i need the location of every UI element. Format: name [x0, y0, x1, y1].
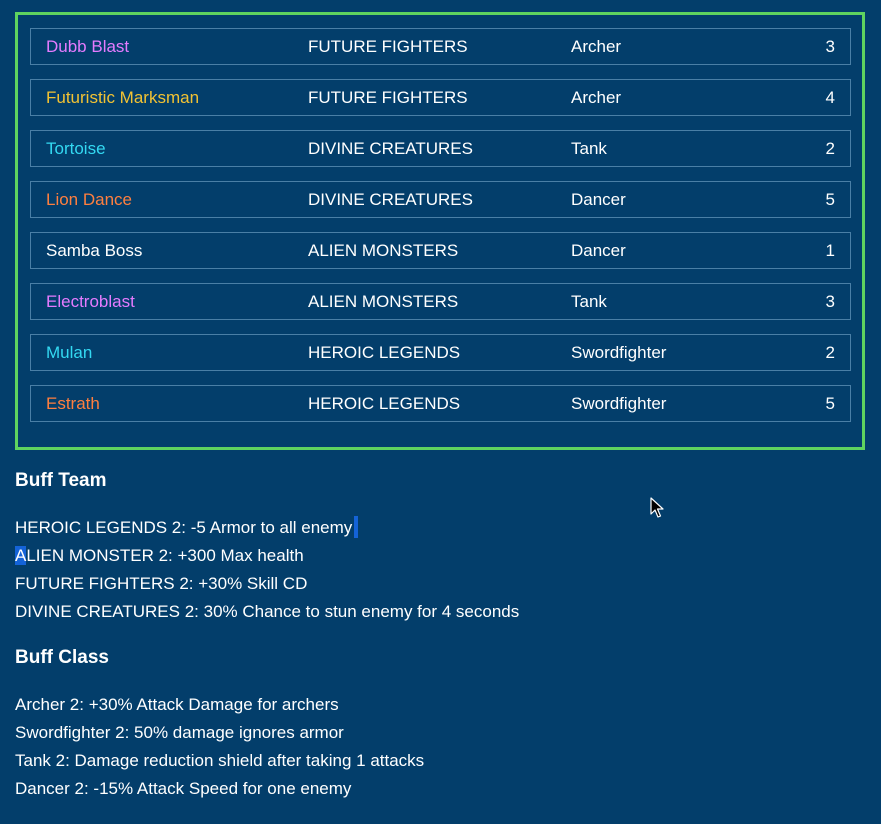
- selected-first-letter: A: [15, 546, 27, 565]
- unit-row[interactable]: Tortoise DIVINE CREATURES Tank 2: [30, 130, 851, 167]
- buff-class-line: Dancer 2: -15% Attack Speed for one enem…: [15, 779, 352, 798]
- unit-row[interactable]: Dubb Blast FUTURE FIGHTERS Archer 3: [30, 28, 851, 65]
- unit-class: Swordfighter: [571, 343, 667, 362]
- unit-cost: 5: [825, 190, 835, 209]
- unit-row[interactable]: Estrath HEROIC LEGENDS Swordfighter 5: [30, 385, 851, 422]
- buff-team-line: ALIEN MONSTER 2: +300 Max health: [15, 542, 519, 570]
- unit-list: Dubb Blast FUTURE FIGHTERS Archer 3 Futu…: [30, 28, 851, 436]
- unit-cost: 3: [825, 37, 835, 56]
- buff-class-line: Archer 2: +30% Attack Damage for archers: [15, 695, 339, 714]
- buff-team-text: HEROIC LEGENDS 2: -5 Armor to all enemy: [15, 518, 353, 537]
- unit-row[interactable]: Samba Boss ALIEN MONSTERS Dancer 1: [30, 232, 851, 269]
- unit-team: HEROIC LEGENDS: [308, 343, 461, 362]
- unit-team: HEROIC LEGENDS: [308, 394, 461, 413]
- unit-row[interactable]: Electroblast ALIEN MONSTERS Tank 3: [30, 283, 851, 320]
- buff-class-heading: Buff Class: [15, 647, 109, 668]
- unit-cost: 5: [825, 394, 835, 413]
- unit-team: DIVINE CREATURES: [308, 190, 473, 209]
- unit-class: Archer: [571, 37, 622, 56]
- text-selection-highlight: [354, 516, 359, 538]
- unit-class: Tank: [571, 139, 607, 158]
- unit-name: Dubb Blast: [46, 37, 130, 56]
- buff-team-line: FUTURE FIGHTERS 2: +30% Skill CD: [15, 574, 308, 593]
- buff-class-list: Archer 2: +30% Attack Damage for archers…: [15, 691, 424, 803]
- unit-name: Mulan: [46, 343, 93, 362]
- unit-class: Dancer: [571, 241, 626, 260]
- buff-team-text-rest: LIEN MONSTER 2: +300 Max health: [26, 546, 304, 565]
- buff-team-heading: Buff Team: [15, 470, 107, 491]
- unit-name: Lion Dance: [46, 190, 133, 209]
- unit-team: FUTURE FIGHTERS: [308, 88, 468, 107]
- unit-row[interactable]: Lion Dance DIVINE CREATURES Dancer 5: [30, 181, 851, 218]
- unit-class: Swordfighter: [571, 394, 667, 413]
- unit-name: Futuristic Marksman: [46, 88, 200, 107]
- unit-roster-panel: Dubb Blast FUTURE FIGHTERS Archer 3 Futu…: [15, 12, 865, 450]
- buff-team-line: DIVINE CREATURES 2: 30% Chance to stun e…: [15, 602, 520, 621]
- unit-row[interactable]: Futuristic Marksman FUTURE FIGHTERS Arch…: [30, 79, 851, 116]
- unit-team: ALIEN MONSTERS: [308, 292, 459, 311]
- buff-class-line: Tank 2: Damage reduction shield after ta…: [15, 751, 425, 770]
- unit-team: ALIEN MONSTERS: [308, 241, 459, 260]
- mouse-pointer-icon: [650, 497, 664, 518]
- unit-cost: 2: [825, 139, 835, 158]
- unit-name: Samba Boss: [46, 241, 143, 260]
- buff-team-line: HEROIC LEGENDS 2: -5 Armor to all enemy: [15, 514, 519, 542]
- unit-row[interactable]: Mulan HEROIC LEGENDS Swordfighter 2: [30, 334, 851, 371]
- unit-name: Tortoise: [46, 139, 106, 158]
- unit-class: Tank: [571, 292, 607, 311]
- unit-cost: 1: [825, 241, 835, 260]
- unit-cost: 4: [825, 88, 835, 107]
- unit-name: Estrath: [46, 394, 100, 413]
- buff-team-list: HEROIC LEGENDS 2: -5 Armor to all enemy …: [15, 514, 519, 626]
- unit-name: Electroblast: [46, 292, 135, 311]
- unit-team: FUTURE FIGHTERS: [308, 37, 468, 56]
- unit-cost: 3: [825, 292, 835, 311]
- buff-class-line: Swordfighter 2: 50% damage ignores armor: [15, 723, 344, 742]
- unit-class: Dancer: [571, 190, 626, 209]
- unit-class: Archer: [571, 88, 622, 107]
- unit-team: DIVINE CREATURES: [308, 139, 473, 158]
- unit-cost: 2: [825, 343, 835, 362]
